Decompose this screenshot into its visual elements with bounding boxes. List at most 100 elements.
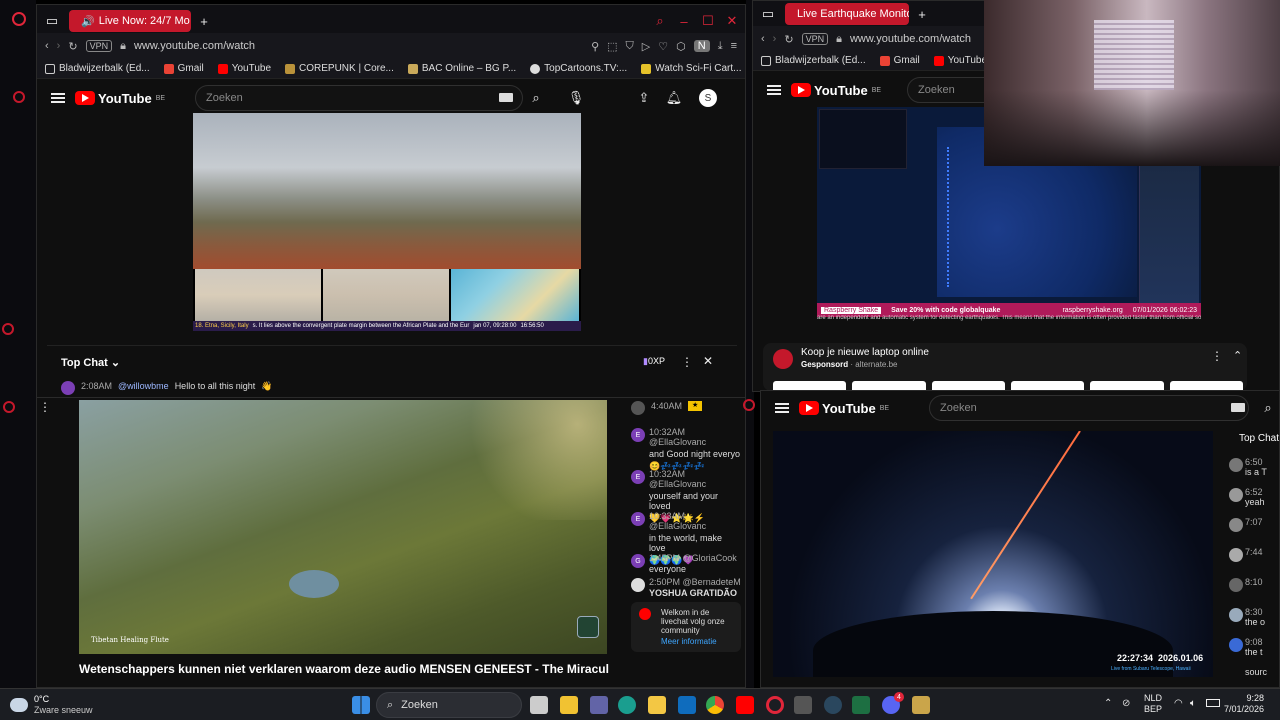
reload-icon[interactable]: ↻ bbox=[784, 33, 793, 46]
minimize-button[interactable]: – bbox=[675, 12, 693, 30]
vpn-badge[interactable]: VPN bbox=[85, 40, 113, 52]
bookmark-youtube[interactable]: YouTube bbox=[217, 63, 271, 74]
chat-header[interactable]: Top Chat ⌄ bbox=[61, 356, 120, 369]
tab-title: Live Earthquake Monitoring bbox=[797, 8, 909, 20]
menu-icon[interactable]: ≡ bbox=[731, 40, 737, 52]
taskbar-search[interactable]: ⌕ Zoeken bbox=[376, 692, 522, 718]
extensions-icon[interactable]: ⬡ bbox=[676, 40, 686, 53]
bookmark-bac[interactable]: BAC Online – BG P... bbox=[407, 63, 516, 74]
vpn-badge[interactable]: VPN bbox=[801, 33, 829, 45]
pin-icon[interactable]: ⚲ bbox=[591, 40, 599, 53]
clock-icon[interactable] bbox=[13, 91, 25, 103]
tray-chevron-icon[interactable]: ⌃ bbox=[1104, 698, 1112, 709]
more-icon[interactable]: ⋮ bbox=[681, 355, 693, 369]
clock-icon[interactable] bbox=[743, 399, 755, 411]
new-tab-button[interactable]: + bbox=[195, 12, 213, 30]
play-icon[interactable]: ▷ bbox=[642, 40, 650, 53]
youtube-logo[interactable]: YouTube BE bbox=[791, 83, 881, 98]
calculator-icon[interactable] bbox=[794, 696, 812, 714]
search-icon[interactable]: ⌕ bbox=[1259, 399, 1277, 417]
download-icon[interactable]: ⤓ bbox=[718, 40, 723, 53]
edge-icon[interactable] bbox=[618, 696, 636, 714]
bookmark-topcartoons[interactable]: TopCartoons.TV:... bbox=[530, 63, 627, 74]
youtube-icon[interactable] bbox=[736, 696, 754, 714]
mic-icon[interactable]: 🎙︎ bbox=[567, 89, 585, 107]
video-player-flute[interactable]: Tibetan Healing Flute bbox=[79, 400, 607, 654]
keyboard-icon[interactable] bbox=[1231, 403, 1245, 412]
menu-icon[interactable] bbox=[51, 93, 65, 103]
excel-icon[interactable] bbox=[852, 696, 870, 714]
widgets-icon[interactable] bbox=[560, 696, 578, 714]
app-icon[interactable] bbox=[912, 696, 930, 714]
sponsored-ad[interactable]: Koop je nieuwe laptop online Gesponsord … bbox=[763, 343, 1247, 391]
bookmark-folder[interactable]: Bladwijzerbalk (Ed... bbox=[45, 63, 150, 74]
task-view-icon[interactable] bbox=[530, 696, 548, 714]
speaker-icon[interactable]: 🔊 bbox=[81, 15, 95, 28]
more-icon[interactable]: ⋮ bbox=[39, 400, 51, 414]
chrome-icon[interactable] bbox=[706, 696, 724, 714]
search-input[interactable]: Zoeken bbox=[195, 85, 523, 111]
search-input[interactable]: Zoeken bbox=[929, 395, 1249, 421]
teams-icon[interactable] bbox=[590, 696, 608, 714]
bookmark-gmail[interactable]: Gmail bbox=[163, 63, 204, 74]
opera-logo-icon[interactable] bbox=[2, 323, 14, 335]
tray-network-icon[interactable]: ⊘ bbox=[1122, 698, 1130, 709]
share-icon[interactable]: ⇪ bbox=[635, 89, 653, 107]
outlook-icon[interactable] bbox=[678, 696, 696, 714]
battery-icon[interactable] bbox=[1206, 699, 1220, 707]
file-explorer-icon[interactable] bbox=[648, 696, 666, 714]
bookmark-scifi[interactable]: Watch Sci-Fi Cart... bbox=[641, 63, 741, 74]
chevron-up-icon[interactable]: ⌃ bbox=[1233, 349, 1242, 362]
close-button[interactable]: ✕ bbox=[723, 12, 741, 30]
heart-icon[interactable]: ♡ bbox=[658, 40, 668, 53]
forward-icon[interactable]: › bbox=[57, 40, 61, 52]
forward-icon[interactable]: › bbox=[773, 33, 777, 45]
bookmark-gmail[interactable]: Gmail bbox=[879, 55, 920, 66]
opera-icon[interactable] bbox=[766, 696, 784, 714]
bookmark-youtube[interactable]: YouTube bbox=[933, 55, 987, 66]
maximize-button[interactable]: ☐ bbox=[699, 12, 717, 30]
keyboard-icon[interactable] bbox=[499, 93, 513, 102]
url-field[interactable]: www.youtube.com/watch bbox=[850, 33, 971, 45]
tab-list-icon[interactable]: ▭ bbox=[759, 5, 777, 23]
youtube-logo[interactable]: YouTube BE bbox=[75, 91, 165, 106]
clock[interactable]: 9:28 7/01/2026 bbox=[1224, 693, 1264, 715]
profile-icon[interactable]: N bbox=[693, 40, 710, 52]
language-indicator[interactable]: NLD BEP bbox=[1144, 693, 1162, 715]
webcam-overlay[interactable] bbox=[984, 0, 1280, 166]
tab-live-now[interactable]: 🔊 Live Now: 24/7 Mo bbox=[69, 10, 191, 32]
bookmark-corepunk[interactable]: COREPUNK | Core... bbox=[285, 63, 394, 74]
menu-icon[interactable] bbox=[767, 85, 781, 95]
search-tabs-icon[interactable]: ⌕ bbox=[651, 12, 669, 30]
avatar[interactable]: S bbox=[699, 89, 717, 107]
new-tab-button[interactable]: + bbox=[913, 5, 931, 23]
discord-icon[interactable]: 4 bbox=[882, 692, 904, 714]
video-player-etna[interactable]: 18. Etna, Sicily, Italy s. It lies above… bbox=[193, 113, 581, 331]
points-badge[interactable]: ▮0XP bbox=[643, 356, 665, 367]
video-player-telescope[interactable]: 22:27:34 2026.01.06 Live from Subaru Tel… bbox=[773, 431, 1213, 677]
tab-list-icon[interactable]: ▭ bbox=[43, 12, 61, 30]
learn-more-link[interactable]: Meer informatie bbox=[661, 637, 737, 646]
chat-header[interactable]: Top Chat bbox=[1227, 433, 1279, 444]
more-icon[interactable]: ⋮ bbox=[1211, 349, 1223, 363]
opera-logo-icon[interactable] bbox=[12, 12, 26, 26]
shield-icon[interactable]: ⛉ bbox=[626, 40, 634, 53]
bell-icon[interactable]: 🔔︎ bbox=[665, 89, 683, 107]
snapshot-icon[interactable]: ⬚ bbox=[607, 40, 617, 53]
volume-icon[interactable]: 🔈︎ bbox=[1190, 698, 1196, 709]
reload-icon[interactable]: ↻ bbox=[68, 40, 77, 53]
windows-start-icon[interactable] bbox=[352, 696, 370, 714]
clock-icon[interactable] bbox=[3, 401, 15, 413]
close-icon[interactable]: ✕ bbox=[703, 354, 713, 368]
wifi-icon[interactable]: ◠ bbox=[1174, 698, 1183, 709]
menu-icon[interactable] bbox=[775, 403, 789, 413]
youtube-logo[interactable]: YouTube BE bbox=[799, 401, 889, 416]
tab-earthquake[interactable]: Live Earthquake Monitoring bbox=[785, 3, 909, 25]
weather-widget[interactable]: 0°C Zware sneeuw bbox=[10, 692, 93, 718]
back-icon[interactable]: ‹ bbox=[45, 40, 49, 52]
search-icon[interactable]: ⌕ bbox=[527, 89, 545, 107]
bookmark-folder[interactable]: Bladwijzerbalk (Ed... bbox=[761, 55, 866, 66]
steam-icon[interactable] bbox=[824, 696, 842, 714]
back-icon[interactable]: ‹ bbox=[761, 33, 765, 45]
url-field[interactable]: www.youtube.com/watch bbox=[134, 40, 255, 52]
